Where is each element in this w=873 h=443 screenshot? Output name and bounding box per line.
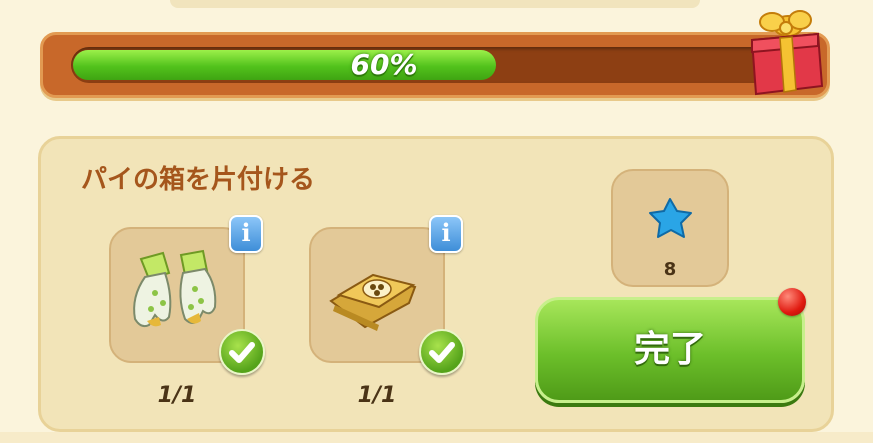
progress-percent-label: 60% (350, 48, 418, 81)
gift-box-icon[interactable] (742, 2, 828, 98)
progress-track: 60% (71, 47, 801, 83)
complete-button-label: 完了 (633, 329, 706, 370)
blue-star-icon (649, 198, 692, 238)
info-button-cloth[interactable]: i (429, 215, 463, 253)
notification-badge (778, 288, 806, 316)
reward-slot: 8 (611, 169, 729, 287)
item-count-gloves: 1/1 (157, 383, 197, 408)
item-count-cloth: 1/1 (357, 383, 397, 408)
complete-button[interactable]: 完了 (535, 297, 805, 403)
check-icon (419, 329, 465, 375)
top-strip (170, 0, 700, 8)
check-icon (219, 329, 265, 375)
info-button-gloves[interactable]: i (229, 215, 263, 253)
task-panel: パイの箱を片付ける i 1/1 i 1/1 8 完了 (38, 136, 834, 432)
reward-count: 8 (663, 259, 677, 280)
task-title: パイの箱を片付ける (81, 165, 316, 195)
bottom-strip (0, 432, 873, 443)
progress-bar-frame: 60% (40, 32, 830, 98)
